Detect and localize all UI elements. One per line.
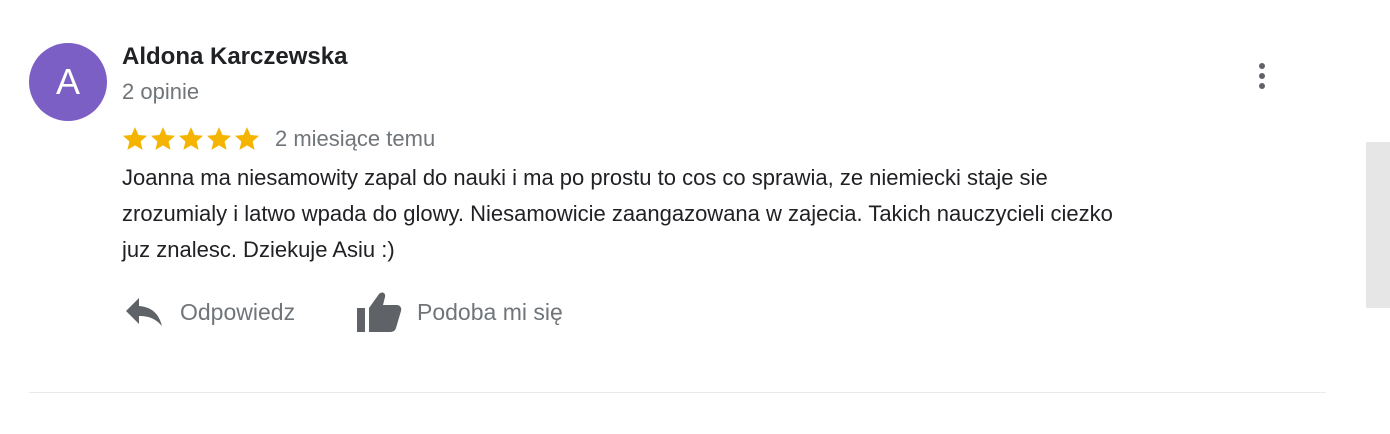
star-icon (234, 127, 260, 150)
more-vertical-icon-dot (1259, 83, 1265, 89)
rating-row: 2 miesiące temu (121, 124, 435, 154)
reply-label: Odpowiedz (180, 298, 296, 325)
review-text: Joanna ma niesamowity zapal do nauki i m… (122, 165, 1113, 262)
star-icon (178, 127, 204, 150)
review-card: A Aldona Karczewska 2 opinie 2 miesiące … (0, 0, 1390, 434)
author-name[interactable]: Aldona Karczewska (122, 43, 347, 71)
more-options-button[interactable] (1248, 58, 1276, 94)
like-label: Podoba mi się (417, 298, 563, 325)
reply-button[interactable]: Odpowiedz (124, 289, 295, 335)
more-vertical-icon (1259, 63, 1265, 69)
like-button[interactable]: Podoba mi się (355, 289, 563, 335)
star-icon (122, 127, 148, 150)
scrollbar-thumb[interactable] (1366, 142, 1390, 308)
divider (29, 392, 1326, 393)
more-vertical-icon-dot (1259, 73, 1265, 79)
avatar[interactable]: A (29, 43, 107, 121)
star-rating (121, 125, 261, 153)
review-count: 2 opinie (122, 79, 200, 104)
star-icon (206, 127, 232, 150)
star-icon (150, 127, 176, 150)
avatar-letter: A (55, 61, 80, 102)
thumbs-up-icon (357, 292, 402, 332)
reply-arrow-icon (126, 298, 162, 326)
review-date: 2 miesiące temu (275, 126, 436, 151)
